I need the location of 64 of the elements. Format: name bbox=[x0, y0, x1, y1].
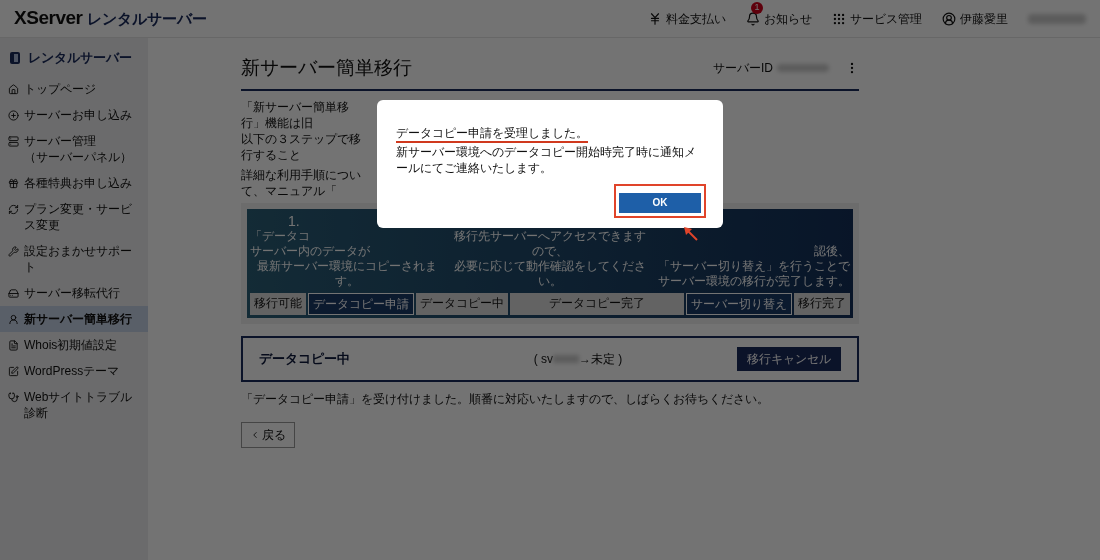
chevron-left-icon bbox=[250, 429, 260, 440]
sidebar-item[interactable]: 設定おまかせサポート bbox=[0, 237, 148, 280]
sidebar-item[interactable]: トップページ bbox=[0, 75, 148, 102]
gift-icon bbox=[8, 177, 19, 189]
user-icon bbox=[942, 11, 956, 26]
nav-link[interactable]: 料金支払い bbox=[648, 9, 726, 28]
step-label: データコピー中 bbox=[416, 292, 508, 315]
diagram-text: サーバー環境の移行が完了します。 bbox=[658, 273, 850, 289]
modal-heading: データコピー申請を受理しました。 bbox=[396, 125, 588, 143]
status-text: データコピー中 bbox=[259, 349, 351, 368]
diagram-text: 認後、 bbox=[814, 243, 850, 259]
page-title: 新サーバー簡単移行 bbox=[241, 56, 412, 80]
intro-text: 「新サーバー簡単移行」機能は旧 bbox=[241, 98, 350, 131]
sidebar-title: レンタルサーバー bbox=[28, 49, 132, 67]
intro-text: 以下の３ステップで移行すること bbox=[241, 130, 362, 163]
half-square-icon bbox=[10, 51, 20, 64]
route-text: →未定 ) bbox=[579, 350, 623, 368]
step-label: データコピー申請 bbox=[308, 292, 414, 315]
sidebar-item[interactable]: サーバー移転代行 bbox=[0, 279, 148, 306]
refresh-icon bbox=[8, 203, 19, 215]
yen-icon bbox=[648, 11, 662, 26]
nav-link[interactable]: 伊藤愛里 bbox=[942, 9, 1008, 28]
sidebar-item[interactable]: 各種特典お申し込み bbox=[0, 169, 148, 196]
diagram-text: サーバー内のデータが bbox=[250, 243, 370, 259]
step-label: データコピー完了 bbox=[510, 292, 684, 315]
note-text: 「データコピー申請」を受け付けました。順番に対応いたしますので、しばらくお待ちください。 bbox=[241, 390, 770, 408]
step-label: 移行可能 bbox=[250, 292, 306, 315]
sidebar-item[interactable]: プラン変更・サービス変更 bbox=[0, 195, 148, 238]
step-label: 移行完了 bbox=[794, 292, 850, 315]
stethoscope-icon bbox=[8, 391, 19, 403]
pointer-arrow bbox=[683, 226, 699, 242]
modal-body: 新サーバー環境へのデータコピー開始時完了時に通知メールにてご連絡いたします。 bbox=[396, 144, 697, 176]
route-text: ( sv bbox=[533, 350, 553, 368]
product-name: レンタルサーバー bbox=[86, 9, 207, 30]
diagram-text: 1. bbox=[288, 213, 300, 229]
sidebar-item[interactable]: 新サーバー簡単移行 bbox=[0, 305, 148, 332]
bell-icon bbox=[746, 11, 760, 26]
brand-logo[interactable]: XServer bbox=[14, 4, 83, 33]
diagram-text: 必要に応じて動作確認をしてください。 bbox=[453, 258, 647, 289]
sidebar-item[interactable]: サーバーお申し込み bbox=[0, 101, 148, 128]
person-icon bbox=[8, 313, 19, 325]
sidebar-item[interactable]: WordPressテーマ bbox=[0, 357, 148, 384]
back-button[interactable]: 戻る bbox=[241, 421, 295, 448]
server-icon bbox=[8, 135, 19, 147]
nav-link[interactable]: サービス管理 bbox=[832, 9, 922, 28]
ok-button[interactable]: OK bbox=[619, 192, 701, 213]
sidebar-item[interactable]: Webサイトトラブル診断 bbox=[0, 383, 148, 426]
grid-icon bbox=[832, 11, 846, 26]
diagram-text: 移行先サーバーへアクセスできますので、 bbox=[453, 228, 647, 259]
sidebar-item[interactable]: サーバー管理 （サーバーパネル） bbox=[0, 127, 148, 170]
wrench-icon bbox=[8, 245, 19, 257]
cancel-button[interactable]: 移行キャンセル bbox=[737, 346, 841, 371]
diagram-text: 「データコ bbox=[250, 228, 310, 244]
server-id-label: サーバーID bbox=[713, 60, 773, 78]
step-label: サーバー切り替え bbox=[686, 292, 792, 315]
notification-badge: 1 bbox=[751, 1, 763, 14]
diagram-text: 最新サーバー環境にコピーされます。 bbox=[256, 258, 439, 289]
diagram-text: 「サーバー切り替え」を行うことで bbox=[658, 258, 850, 274]
document-icon bbox=[8, 339, 19, 351]
plus-icon bbox=[8, 109, 19, 121]
drive-icon bbox=[8, 287, 19, 299]
manual-text: 詳細な利用手順について、マニュアル「 bbox=[241, 166, 362, 199]
edit-icon bbox=[8, 365, 19, 377]
home-icon bbox=[8, 83, 19, 95]
